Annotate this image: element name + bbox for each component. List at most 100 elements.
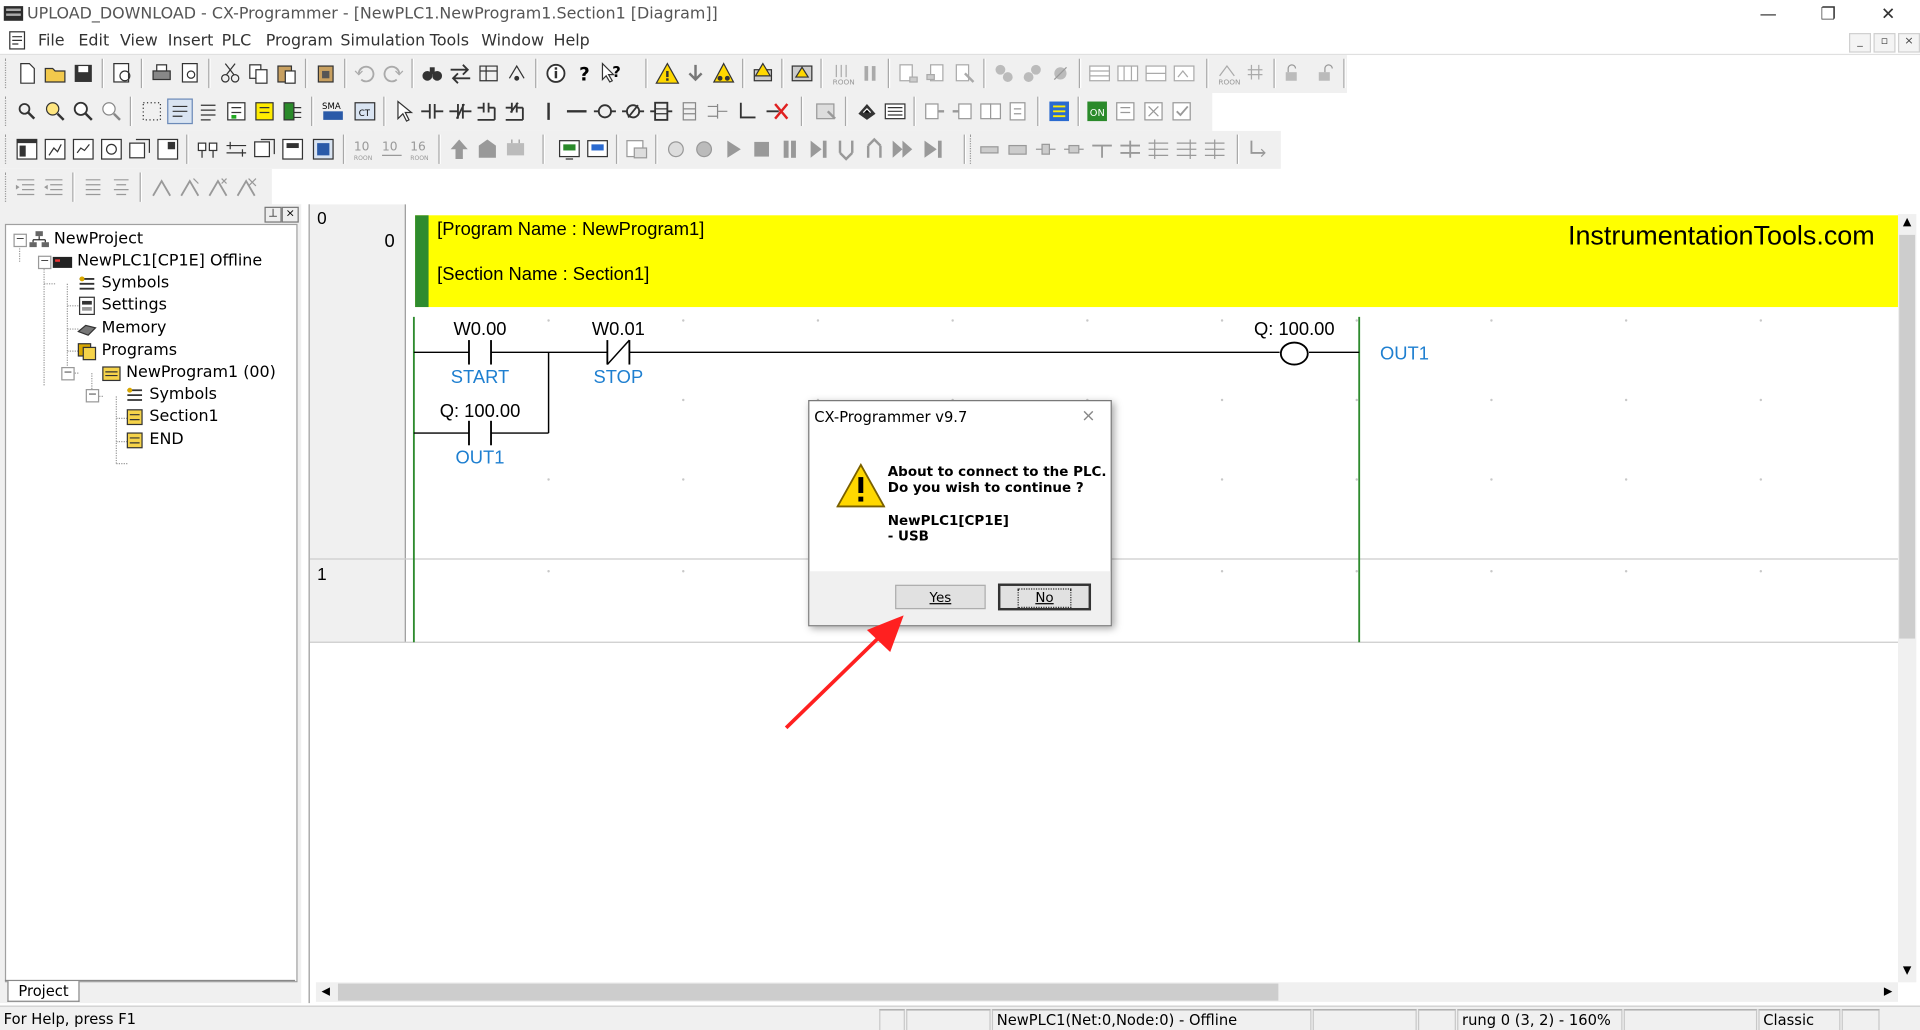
merge-icon[interactable] — [1201, 136, 1228, 163]
uncomment-icon[interactable] — [108, 174, 135, 201]
new-closed-coil-icon[interactable] — [620, 98, 647, 125]
horizontal-scroll-thumb[interactable] — [337, 983, 1279, 1001]
step-in-icon[interactable] — [833, 136, 860, 163]
coil-out1[interactable]: Q: 100.00 OUT1 — [1254, 318, 1429, 366]
undo-icon[interactable] — [351, 60, 378, 87]
toolbar-grip[interactable] — [4, 58, 10, 89]
toggle-project-workspace-icon[interactable] — [13, 136, 40, 163]
monitor-mode-icon[interactable] — [1046, 98, 1073, 125]
zoom-out-icon[interactable] — [70, 98, 97, 125]
watch-window-icon[interactable] — [789, 60, 816, 87]
new-closed-contact-icon[interactable] — [447, 98, 474, 125]
step-run-icon[interactable] — [804, 136, 831, 163]
delete-column-icon[interactable] — [1173, 136, 1200, 163]
toggle-properties-icon[interactable] — [126, 136, 153, 163]
contact-out1-seal[interactable]: Q: 100.00 OUT1 — [440, 400, 521, 467]
close-panel-button[interactable]: × — [281, 206, 299, 223]
mdi-minimize-button[interactable]: _ — [1848, 33, 1872, 53]
scan-run-icon[interactable] — [920, 136, 947, 163]
stop-mode-icon[interactable] — [1140, 98, 1167, 125]
collapse-newprogram1-toggle[interactable]: − — [85, 389, 100, 403]
toolbar-grip[interactable] — [4, 172, 10, 202]
pause-icon[interactable] — [856, 60, 883, 87]
horizontal-line-icon[interactable] — [563, 98, 590, 125]
menu-edit[interactable]: Edit — [78, 32, 109, 50]
pause-simulation-icon[interactable] — [776, 136, 803, 163]
view-mnemonics-icon[interactable] — [223, 136, 250, 163]
menu-insert[interactable]: Insert — [168, 32, 214, 50]
new-or-contact-icon[interactable] — [475, 98, 502, 125]
mdi-restore-button[interactable]: ▫ — [1873, 33, 1896, 53]
program-mode-icon[interactable] — [1005, 98, 1032, 125]
print-preview-icon[interactable] — [176, 60, 203, 87]
replace-icon[interactable] — [447, 60, 474, 87]
cross-reference-icon[interactable] — [475, 60, 502, 87]
rung-annotation-icon[interactable] — [195, 98, 222, 125]
vertical-scrollbar[interactable]: ▲ ▼ — [1897, 214, 1917, 983]
toggle-output-window-icon[interactable] — [42, 136, 69, 163]
toggle-address-reference-icon[interactable] — [98, 136, 125, 163]
menu-file[interactable]: File — [38, 32, 65, 50]
scroll-up-icon[interactable]: ▲ — [1898, 214, 1916, 232]
print-preview-setup-icon[interactable] — [109, 60, 136, 87]
unprotect-icon[interactable] — [1309, 60, 1336, 87]
menu-tools[interactable]: Tools — [430, 32, 469, 50]
previous-bookmark-icon[interactable] — [204, 174, 231, 201]
scroll-right-icon[interactable]: ▶ — [1878, 982, 1898, 1002]
set-value-icon[interactable] — [1142, 60, 1169, 87]
display-16-icon[interactable]: 16 ROON — [407, 136, 434, 163]
transfer-to-plc-button-icon[interactable] — [921, 98, 948, 125]
online-toggle-icon[interactable] — [813, 98, 840, 125]
display-10-icon[interactable]: 10 ROON — [350, 136, 377, 163]
menu-help[interactable]: Help — [553, 32, 589, 50]
previous-rung-icon[interactable] — [446, 136, 473, 163]
force-on-icon[interactable] — [991, 60, 1018, 87]
collapse-newplc1-toggle[interactable]: − — [37, 255, 52, 270]
continuous-step-icon[interactable] — [889, 136, 916, 163]
paste-icon[interactable] — [273, 60, 300, 87]
delete-line-icon[interactable] — [763, 98, 790, 125]
zoom-to-fit-icon[interactable] — [98, 98, 125, 125]
step-out-icon[interactable] — [861, 136, 888, 163]
auto-online-icon[interactable] — [882, 98, 909, 125]
pin-panel-button[interactable]: ⊥ — [264, 206, 282, 223]
transfer-to-plc-icon[interactable]: ROON — [1213, 60, 1240, 87]
horizontal-scrollbar[interactable]: ◀ ▶ — [315, 982, 1898, 1002]
new-coil-icon[interactable] — [591, 98, 618, 125]
reset-icon[interactable] — [1114, 60, 1141, 87]
dialog-close-button[interactable]: × — [1081, 406, 1095, 426]
run-icon[interactable] — [720, 136, 747, 163]
memory-view-icon[interactable] — [1112, 98, 1139, 125]
work-online-icon[interactable] — [853, 98, 880, 125]
open-icon[interactable] — [42, 60, 69, 87]
io-bar-icon[interactable] — [976, 136, 1003, 163]
toolbar-grip[interactable] — [4, 96, 10, 126]
menu-view[interactable]: View — [120, 32, 158, 50]
no-button[interactable]: No — [997, 583, 1092, 611]
force-off-icon[interactable] — [1019, 60, 1046, 87]
force-cancel-icon[interactable] — [1047, 60, 1074, 87]
context-help-icon[interactable]: ? — [599, 60, 626, 87]
mdi-close-button[interactable]: × — [1897, 33, 1920, 53]
tab-project[interactable]: Project — [7, 981, 80, 1002]
vertical-line-icon[interactable] — [535, 98, 562, 125]
menu-program[interactable]: Program — [266, 32, 333, 50]
toolbar-grip[interactable] — [4, 134, 10, 164]
watch-icon[interactable] — [251, 98, 278, 125]
cut-icon[interactable] — [217, 60, 244, 87]
io-output-icon[interactable] — [1060, 136, 1087, 163]
transfer-from-plc-icon[interactable] — [1242, 60, 1269, 87]
collapse-programs-toggle[interactable]: − — [61, 366, 75, 381]
minimize-window-button[interactable]: — — [1741, 2, 1795, 26]
stop-icon[interactable] — [748, 136, 775, 163]
error-warning-icon[interactable] — [654, 60, 681, 87]
comment-icon[interactable] — [80, 174, 107, 201]
symbol-table-icon[interactable]: SMA — [320, 98, 347, 125]
scroll-down-icon[interactable]: ▼ — [1898, 963, 1916, 981]
go-to-rung-icon[interactable] — [502, 136, 529, 163]
vertical-scroll-thumb[interactable] — [1899, 234, 1916, 639]
clear-bookmarks-icon[interactable] — [233, 174, 260, 201]
toggle-watch-window-icon[interactable] — [70, 136, 97, 163]
copy-icon[interactable] — [245, 60, 272, 87]
monitor-icon[interactable] — [223, 98, 250, 125]
